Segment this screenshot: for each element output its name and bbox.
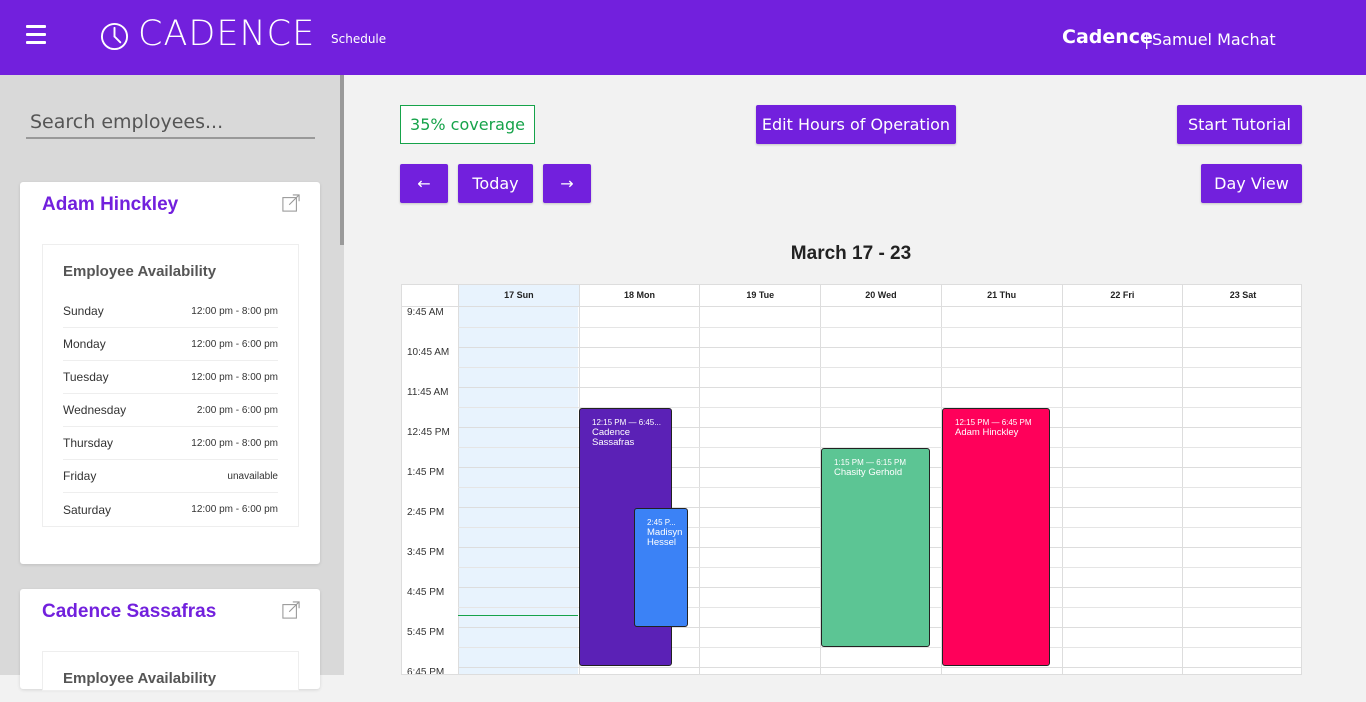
current-time-line — [458, 615, 578, 616]
time-label: 1:45 PM — [407, 467, 445, 478]
next-week-button[interactable]: → — [543, 164, 591, 203]
shift-employee: Chasity Gerhold — [834, 467, 903, 478]
shift-employee: Adam Hinckley — [955, 427, 1019, 438]
employee-name[interactable]: Cadence Sassafras — [42, 601, 216, 623]
app-name: Cadence — [1062, 26, 1153, 48]
time-label: 2:45 PM — [407, 507, 445, 518]
top-bar: CADENCE Schedule Cadence | Samuel Machat — [0, 0, 1366, 75]
user-name[interactable]: Samuel Machat — [1152, 30, 1276, 49]
shift-event[interactable]: 1:15 PM — 6:15 PM Chasity Gerhold — [821, 448, 930, 647]
today-button[interactable]: Today — [458, 164, 533, 203]
availability-title: Employee Availability — [63, 263, 217, 280]
today-column-highlight — [458, 285, 578, 674]
time-label: 5:45 PM — [407, 627, 445, 638]
employee-card-adam-hinckley: Adam Hinckley Employee Availability Sund… — [20, 182, 320, 564]
availability-hours: 12:00 pm - 8:00 pm — [191, 437, 278, 449]
prev-week-button[interactable]: ← — [400, 164, 448, 203]
availability-day: Tuesday — [63, 370, 109, 384]
header-separator: | — [1144, 30, 1150, 49]
clock-logo-icon — [100, 22, 129, 51]
start-tutorial-button[interactable]: Start Tutorial — [1177, 105, 1302, 144]
availability-day: Wednesday — [63, 403, 127, 417]
day-header[interactable]: 18 Mon — [578, 285, 700, 306]
day-column-divider — [699, 307, 701, 674]
sidebar-scrollbar[interactable] — [340, 75, 344, 245]
day-header-row: 17 Sun 18 Mon 19 Tue 20 Wed 21 Thu 22 Fri 23 S… — [402, 285, 1301, 307]
availability-hours: 2:00 pm - 6:00 pm — [196, 404, 278, 416]
day-view-button[interactable]: Day View — [1201, 164, 1302, 203]
day-column-divider — [1182, 307, 1184, 674]
availability-box: Employee Availability Sunday 12:00 pm - 8… — [42, 244, 299, 527]
edit-hours-button[interactable]: Edit Hours of Operation — [756, 105, 956, 144]
availability-box: Employee Availability — [42, 651, 299, 691]
availability-row: Tuesday 12:00 pm - 8:00 pm — [63, 361, 278, 394]
time-label: 9:45 AM — [407, 307, 444, 318]
external-link-icon[interactable] — [282, 194, 300, 212]
employee-name[interactable]: Adam Hinckley — [42, 194, 178, 216]
day-header[interactable]: 20 Wed — [820, 285, 941, 306]
availability-row: Friday unavailable — [63, 460, 278, 493]
week-title: March 17 - 23 — [790, 243, 912, 264]
availability-day: Monday — [63, 337, 106, 351]
availability-row: Thursday 12:00 pm - 8:00 pm — [63, 427, 278, 460]
shift-employee: Madisyn Hessel — [647, 527, 683, 548]
availability-hours: 12:00 pm - 6:00 pm — [191, 504, 278, 515]
shift-event[interactable]: 2:45 P... Madisyn Hessel — [634, 508, 688, 627]
half-hour-line — [458, 327, 1301, 328]
time-label: 12:45 PM — [407, 427, 450, 438]
hamburger-icon[interactable] — [26, 25, 46, 45]
employee-card-cadence-sassafras: Cadence Sassafras Employee Availability — [20, 589, 320, 691]
hour-line — [458, 347, 1301, 348]
time-label: 11:45 AM — [407, 387, 449, 398]
day-header[interactable]: 23 Sat — [1182, 285, 1301, 306]
availability-row: Sunday 12:00 pm - 8:00 pm — [63, 295, 278, 328]
availability-day: Saturday — [63, 502, 112, 517]
day-column-divider — [1061, 307, 1063, 674]
external-link-icon[interactable] — [282, 601, 300, 619]
logo-subtitle: Schedule — [331, 32, 387, 46]
week-calendar: 17 Sun 18 Mon 19 Tue 20 Wed 21 Thu 22 Fri 23 S… — [401, 284, 1302, 675]
shift-employee: Cadence Sassafras — [592, 427, 635, 448]
half-hour-line — [458, 367, 1301, 368]
availability-hours: unavailable — [227, 470, 278, 482]
day-header[interactable]: 17 Sun — [458, 285, 579, 306]
time-label: 6:45 PM — [407, 667, 445, 675]
search-employees-input[interactable] — [26, 107, 315, 139]
availability-day: Thursday — [63, 436, 114, 450]
shift-event[interactable]: 12:15 PM — 6:45 PM Adam Hinckley — [942, 408, 1050, 666]
availability-row: Monday 12:00 pm - 6:00 pm — [63, 328, 278, 361]
availability-hours: 12:00 pm - 6:00 pm — [191, 338, 278, 350]
availability-hours: 12:00 pm - 8:00 pm — [191, 305, 278, 317]
availability-day: Sunday — [63, 304, 104, 318]
hour-line — [458, 387, 1301, 388]
hour-line — [458, 667, 1301, 668]
availability-row: Saturday 12:00 pm - 6:00 pm — [63, 493, 278, 526]
logo-text: CADENCE — [138, 14, 316, 54]
day-header[interactable]: 21 Thu — [940, 285, 1062, 306]
availability-hours: 12:00 pm - 8:00 pm — [191, 371, 278, 383]
time-label: 4:45 PM — [407, 587, 445, 598]
day-header[interactable]: 19 Tue — [699, 285, 820, 306]
day-column-divider — [458, 307, 459, 674]
time-label: 10:45 AM — [407, 347, 450, 358]
availability-title: Employee Availability — [63, 670, 217, 687]
day-header[interactable]: 22 Fri — [1061, 285, 1183, 306]
availability-day: Friday — [63, 469, 97, 483]
coverage-badge[interactable]: 35% coverage — [400, 105, 535, 144]
availability-row: Wednesday 2:00 pm - 6:00 pm — [63, 394, 278, 427]
time-label: 3:45 PM — [407, 547, 445, 558]
